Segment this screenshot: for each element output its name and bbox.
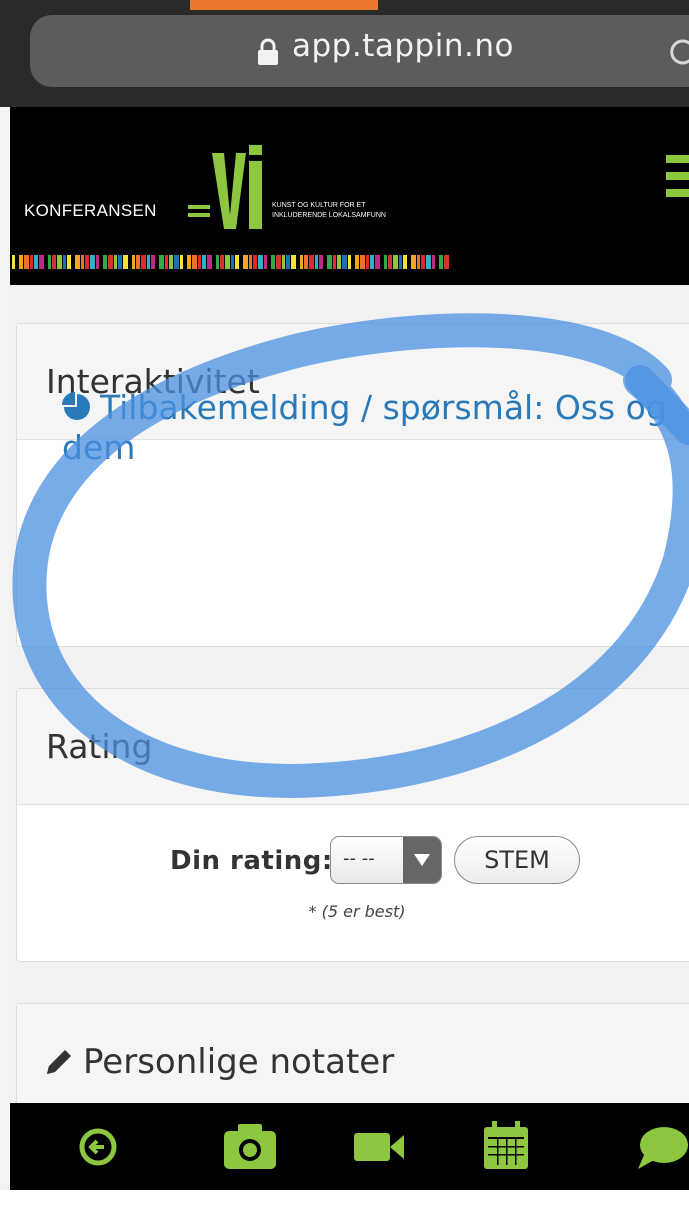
status-strip xyxy=(190,0,378,10)
logo-tagline: KUNST OG KULTUR FOR ET INKLUDERENDE LOKA… xyxy=(272,201,472,221)
notes-title: Personlige notater xyxy=(83,1041,395,1082)
logo-konferansen-text: KONFERANSEN xyxy=(24,201,157,220)
chat-bubble-icon[interactable] xyxy=(630,1119,689,1175)
rating-select-value: -- -- xyxy=(343,848,375,869)
bottom-nav xyxy=(10,1103,689,1190)
rating-label: Din rating: xyxy=(170,846,333,876)
logo-tagline-line2: INKLUDERENDE LOKALSAMFUNN xyxy=(272,212,386,219)
rating-heading: Rating xyxy=(17,689,689,805)
rating-title: Rating xyxy=(46,727,153,766)
logo-equals-icon xyxy=(188,205,210,217)
feedback-link-text[interactable]: Tilbakemelding / spørsmål: Oss og dem xyxy=(62,388,667,467)
reload-icon[interactable] xyxy=(668,36,689,66)
content-area: Interaktivitet Tilbakemelding / spørsmål… xyxy=(10,285,689,1133)
lock-icon xyxy=(258,38,278,65)
url-text[interactable]: app.tappin.no xyxy=(292,28,514,64)
app-header: KONFERANSEN KUNST OG KULTUR FOR ET INKLU… xyxy=(10,107,689,285)
bottom-edge xyxy=(0,1190,689,1205)
chevron-down-icon xyxy=(414,854,430,866)
rating-note: * (5 er best) xyxy=(308,902,406,921)
rating-select[interactable]: -- -- xyxy=(330,836,442,884)
back-arrow-circle-icon[interactable] xyxy=(68,1119,128,1175)
rating-row: Din rating: -- -- STEM xyxy=(17,836,689,888)
pie-chart-icon xyxy=(62,392,90,420)
page-left-edge xyxy=(0,107,10,1205)
logo-color-bar xyxy=(12,255,449,269)
video-camera-icon[interactable] xyxy=(350,1119,410,1175)
logo-tagline-line1: KUNST OG KULTUR FOR ET xyxy=(272,202,366,209)
select-arrow[interactable] xyxy=(403,837,441,883)
calendar-icon[interactable] xyxy=(476,1119,536,1175)
hamburger-icon[interactable] xyxy=(666,151,689,201)
pencil-icon xyxy=(47,1049,71,1074)
rating-body: Din rating: -- -- STEM * (5 er best) xyxy=(17,806,689,956)
rating-panel: Rating Din rating: -- -- STEM * (5 er be… xyxy=(16,688,689,962)
logo-vi-mark xyxy=(212,145,262,229)
stem-button[interactable]: STEM xyxy=(454,836,580,884)
feedback-link[interactable]: Tilbakemelding / spørsmål: Oss og dem xyxy=(62,388,687,468)
browser-top-bar: app.tappin.no xyxy=(0,0,689,107)
camera-icon[interactable] xyxy=(220,1119,280,1175)
interaktivitet-panel: Interaktivitet Tilbakemelding / spørsmål… xyxy=(16,323,689,647)
